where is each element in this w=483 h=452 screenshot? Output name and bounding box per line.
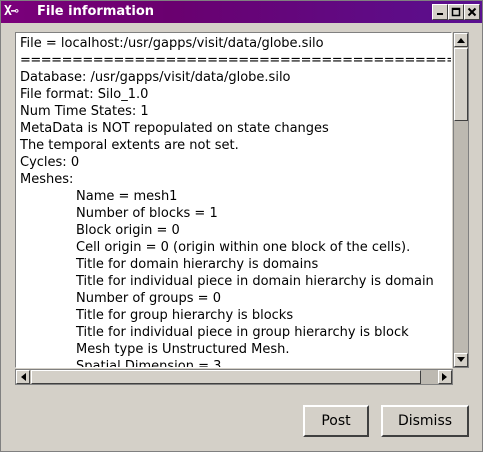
- info-line: Cycles: 0: [20, 155, 80, 170]
- mesh-info-line: Mesh type is Unstructured Mesh.: [76, 342, 290, 357]
- mesh-info-line: Title for domain hierarchy is domains: [76, 257, 319, 272]
- post-button[interactable]: Post: [303, 405, 369, 437]
- mesh-info-line: Name = mesh1: [76, 189, 178, 204]
- info-text-area[interactable]: File = localhost:/usr/gapps/visit/data/g…: [15, 32, 452, 368]
- close-icon[interactable]: [464, 4, 480, 20]
- mesh-info-line: Cell origin = 0 (origin within one block…: [76, 240, 411, 255]
- vertical-scrollbar[interactable]: [453, 32, 469, 368]
- info-line: Database: /usr/gapps/visit/data/globe.si…: [20, 70, 291, 85]
- mesh-info-line: Number of groups = 0: [76, 291, 221, 306]
- info-line: MetaData is NOT repopulated on state cha…: [20, 121, 329, 136]
- window-title: File information: [37, 4, 155, 19]
- dismiss-button[interactable]: Dismiss: [381, 405, 469, 437]
- horizontal-scrollbar[interactable]: [15, 369, 453, 385]
- info-line: File format: Silo_1.0: [20, 87, 149, 102]
- mesh-info-line: Title for group hierarchy is blocks: [76, 308, 294, 323]
- info-line: Num Time States: 1: [20, 104, 149, 119]
- mesh-info-line: Title for individual piece in domain hie…: [76, 274, 434, 289]
- scroll-right-icon[interactable]: [438, 370, 452, 384]
- maximize-icon[interactable]: [448, 4, 464, 20]
- info-line: File = localhost:/usr/gapps/visit/data/g…: [20, 36, 324, 51]
- mesh-info-line: Number of blocks = 1: [76, 206, 218, 221]
- info-line: Meshes:: [20, 172, 74, 187]
- horizontal-scroll-thumb[interactable]: [31, 370, 421, 384]
- mesh-info-line: Block origin = 0: [76, 223, 180, 238]
- mesh-info-line: Title for individual piece in group hier…: [76, 325, 409, 340]
- title-bar[interactable]: X⊸ File information: [1, 1, 482, 23]
- scrollbar-corner: [453, 369, 469, 385]
- scroll-left-icon[interactable]: [16, 370, 30, 384]
- mesh-info-line: Spatial Dimension = 3: [76, 359, 222, 368]
- window-menu-icon[interactable]: X⊸: [4, 3, 32, 21]
- minimize-icon[interactable]: [432, 4, 448, 20]
- vertical-scroll-thumb[interactable]: [454, 48, 468, 121]
- scroll-down-icon[interactable]: [454, 353, 468, 367]
- file-information-window: X⊸ File information File = localhost:/us…: [0, 0, 483, 452]
- info-line: The temporal extents are not set.: [20, 138, 239, 153]
- scroll-up-icon[interactable]: [454, 33, 468, 47]
- separator-line: ========================================…: [20, 53, 451, 68]
